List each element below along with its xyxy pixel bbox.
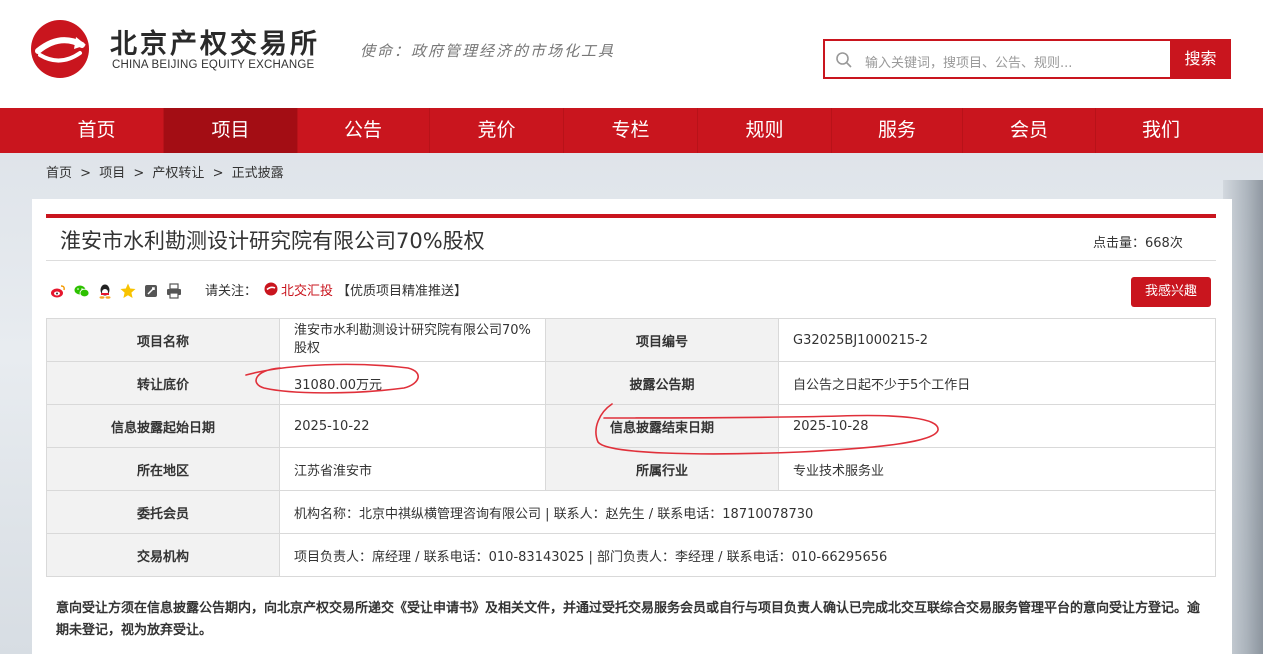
logo-subtitle: CHINA BEIJING EQUITY EXCHANGE: [112, 59, 315, 71]
nav-item-members[interactable]: 会员: [963, 108, 1095, 153]
search-placeholder: 输入关键词，搜项目、公告、规则...: [865, 56, 1073, 71]
label-end-date: 信息披露结束日期: [545, 404, 779, 448]
table-row: 交易机构 项目负责人：席经理 / 联系电话：010-83143025 | 部门负…: [46, 533, 1216, 577]
value-region: 江苏省淮安市: [279, 447, 546, 491]
search-button[interactable]: 搜索: [1170, 39, 1231, 79]
nav-item-rules[interactable]: 规则: [698, 108, 831, 153]
value-exchange-agency: 项目负责人：席经理 / 联系电话：010-83143025 | 部门负责人：李经…: [279, 533, 1216, 577]
search-icon: [836, 52, 852, 68]
label-project-code: 项目编号: [545, 318, 779, 362]
main-nav: 首页 项目 公告 竞价 专栏 规则 服务 会员 我们: [0, 108, 1263, 153]
label-project-name: 项目名称: [46, 318, 280, 362]
qq-icon[interactable]: [97, 283, 113, 299]
table-row: 委托会员 机构名称：北京中祺纵横管理咨询有限公司 | 联系人：赵先生 / 联系电…: [46, 490, 1216, 534]
print-icon[interactable]: [166, 283, 182, 299]
search-input[interactable]: 输入关键词，搜项目、公告、规则...: [823, 39, 1171, 79]
table-row: 信息披露起始日期 2025-10-22 信息披露结束日期 2025-10-28: [46, 404, 1216, 448]
value-disclosure-period: 自公告之日起不少于5个工作日: [778, 361, 1216, 405]
breadcrumb-separator: >: [212, 166, 224, 181]
table-row: 项目名称 淮安市水利勘测设计研究院有限公司70%股权 项目编号 G32025BJ…: [46, 318, 1216, 362]
follow-brand-link[interactable]: 北交汇投: [281, 280, 333, 299]
breadcrumb-separator: >: [133, 166, 145, 181]
page-title: 淮安市水利勘测设计研究院有限公司70%股权: [60, 229, 485, 253]
breadcrumb-home[interactable]: 首页: [46, 166, 72, 181]
label-disclosure-period: 披露公告期: [545, 361, 779, 405]
interested-button[interactable]: 我感兴趣: [1131, 277, 1211, 307]
label-industry: 所属行业: [545, 447, 779, 491]
breadcrumb-current: 正式披露: [231, 166, 284, 181]
follow-tagline: 【优质项目精准推送】: [337, 284, 468, 299]
logo-title[interactable]: 北京产权交易所: [110, 22, 320, 61]
follow-label: 请关注：: [205, 284, 258, 299]
beijiao-logo-icon: [264, 282, 278, 296]
project-info-table: 项目名称 淮安市水利勘测设计研究院有限公司70%股权 项目编号 G32025BJ…: [46, 318, 1216, 577]
table-row: 所在地区 江苏省淮安市 所属行业 专业技术服务业: [46, 447, 1216, 491]
value-project-code: G32025BJ1000215-2: [778, 318, 1216, 362]
label-entrusted-member: 委托会员: [46, 490, 280, 534]
qzone-icon[interactable]: [120, 283, 136, 299]
breadcrumb-separator: >: [80, 166, 92, 181]
value-project-name: 淮安市水利勘测设计研究院有限公司70%股权: [279, 318, 546, 362]
breadcrumb-equity-transfer[interactable]: 产权转让: [152, 166, 204, 181]
nav-item-bidding[interactable]: 竞价: [430, 108, 563, 153]
label-region: 所在地区: [46, 447, 280, 491]
table-row: 转让底价 31080.00万元 披露公告期 自公告之日起不少于5个工作日: [46, 361, 1216, 405]
bookmark-icon[interactable]: [143, 283, 159, 299]
mission-slogan: 使命：政府管理经济的市场化工具: [360, 42, 616, 60]
weibo-icon[interactable]: [50, 283, 66, 299]
label-reserve-price: 转让底价: [46, 361, 280, 405]
title-divider: [46, 260, 1216, 261]
site-header: 北京产权交易所 CHINA BEIJING EQUITY EXCHANGE 使命…: [0, 0, 1263, 108]
nav-item-home[interactable]: 首页: [30, 108, 163, 153]
card-accent-line: [46, 214, 1216, 218]
nav-item-about[interactable]: 我们: [1096, 108, 1226, 153]
wechat-icon[interactable]: [74, 283, 90, 299]
value-start-date: 2025-10-22: [279, 404, 546, 448]
breadcrumb-projects[interactable]: 项目: [99, 166, 125, 181]
label-start-date: 信息披露起始日期: [46, 404, 280, 448]
registration-notice: 意向受让方须在信息披露公告期内，向北京产权交易所递交《受让申请书》及相关文件，并…: [56, 601, 1201, 638]
value-industry: 专业技术服务业: [778, 447, 1216, 491]
nav-item-projects[interactable]: 项目: [164, 108, 297, 153]
nav-item-services[interactable]: 服务: [832, 108, 962, 153]
cbex-logo-icon[interactable]: [30, 19, 90, 79]
value-end-date: 2025-10-28: [778, 404, 1216, 448]
click-count: 点击量：668次: [1093, 236, 1183, 251]
label-exchange-agency: 交易机构: [46, 533, 280, 577]
value-reserve-price: 31080.00万元: [279, 361, 546, 405]
nav-item-columns[interactable]: 专栏: [564, 108, 697, 153]
value-entrusted-member: 机构名称：北京中祺纵横管理咨询有限公司 | 联系人：赵先生 / 联系电话：187…: [279, 490, 1216, 534]
breadcrumb: 首页 > 项目 > 产权转让 > 正式披露: [46, 162, 288, 181]
nav-item-announcements[interactable]: 公告: [298, 108, 428, 153]
